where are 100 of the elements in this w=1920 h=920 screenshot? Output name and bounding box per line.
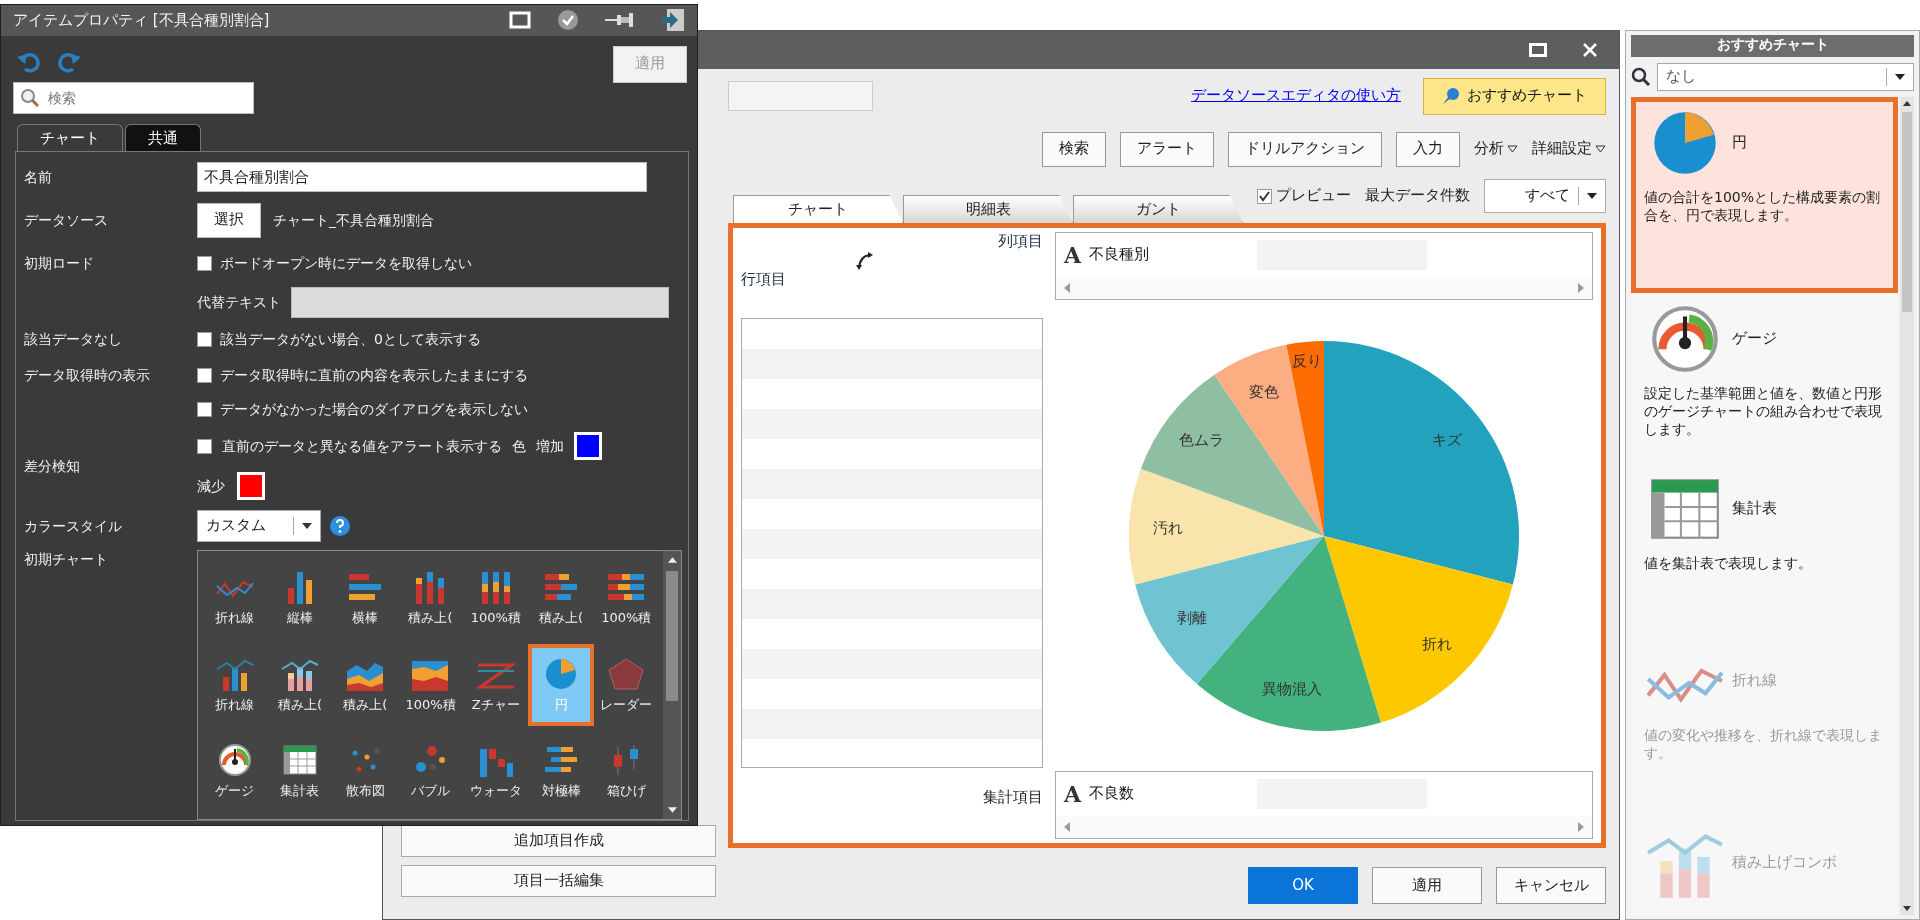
chart-type-option[interactable]: 積み上( (267, 643, 333, 727)
chart-type-option[interactable]: 折れ線 (202, 557, 268, 640)
field-drop-zone[interactable]: A 不良種別 (1055, 232, 1593, 300)
filter-select[interactable]: なし (1657, 63, 1914, 91)
color-style-select[interactable]: カスタム (197, 510, 321, 542)
tab[interactable]: チャート (733, 195, 903, 223)
chart-type-option[interactable]: 折れ線 (202, 643, 268, 727)
field-drop-zone[interactable]: A 不良数 (1055, 771, 1593, 839)
scroll-right-icon[interactable] (1578, 822, 1584, 832)
chart-type-option[interactable]: 集計表 (267, 730, 333, 813)
chart-type-option[interactable]: バブル (397, 730, 464, 813)
undo-icon[interactable] (17, 50, 41, 73)
chart-type-option[interactable]: 散布図 (332, 730, 398, 813)
chart-type-option[interactable]: 横棒 (332, 557, 398, 640)
check-circle-icon[interactable] (557, 9, 579, 32)
scroll-up-icon[interactable] (1903, 101, 1911, 106)
search-field[interactable] (728, 81, 873, 111)
maximize-icon[interactable] (1529, 43, 1547, 57)
select-button[interactable]: 選択 (197, 202, 261, 238)
recommend-chart-button[interactable]: おすすめチャート (1423, 77, 1606, 115)
chart-type-option[interactable]: 100%積 (593, 557, 659, 640)
chart-type-option[interactable]: 積み上( (332, 643, 398, 727)
checkbox[interactable] (1257, 188, 1272, 204)
field-label: 該当データなし (24, 331, 122, 348)
chart-type-option[interactable]: ゲージ (202, 730, 268, 813)
scroll-up-icon[interactable] (667, 557, 677, 563)
chart-type-option[interactable]: 積み上( (397, 557, 464, 640)
toolbar-button[interactable]: アラート (1120, 131, 1214, 167)
field-name: 不良種別 (1089, 245, 1151, 265)
name-field[interactable]: 不具合種別割合 (197, 162, 647, 192)
help-link[interactable]: データソースエディタの使い方 (1191, 86, 1401, 106)
chart-type-option[interactable]: 縦棒 (267, 557, 333, 640)
scroll-down-icon[interactable] (1903, 906, 1911, 911)
checkbox[interactable] (197, 255, 212, 271)
suggestion-title: 折れ線 (1732, 671, 1777, 691)
search-icon (1631, 67, 1651, 87)
tab[interactable]: チャート (17, 123, 123, 151)
side-button[interactable]: 項目一括編集 (401, 865, 716, 897)
slice-label: 汚れ (1153, 518, 1184, 537)
square-icon[interactable] (509, 11, 531, 30)
checkbox[interactable] (197, 401, 212, 417)
toolbar-button[interactable]: ドリルアクション (1228, 131, 1382, 167)
scrollbar-thumb[interactable] (1902, 112, 1912, 312)
checkbox[interactable] (197, 438, 212, 454)
field-label: データソース (24, 211, 108, 228)
scrollbar[interactable] (1900, 97, 1914, 915)
field-label: 減少 (197, 476, 225, 496)
scroll-left-icon[interactable] (1064, 822, 1070, 832)
swap-icon[interactable] (856, 251, 874, 270)
max-rows-select[interactable]: すべて (1484, 179, 1606, 213)
chart-suggestion-card[interactable]: 円 値の合計を100%とした構成要素の割合を、円で表現します。 (1631, 97, 1898, 293)
dialog-button[interactable]: 適用 (1372, 867, 1482, 904)
chart-suggestion-card[interactable]: ゲージ 設定した基準範囲と値を、数値と円形のゲージチャートの組み合わせで表現します。 (1631, 293, 1898, 463)
ok-button[interactable]: OK (1248, 867, 1358, 904)
checkbox-label: 該当データがない場合、0として表示する (220, 330, 481, 349)
close-icon[interactable] (1583, 43, 1597, 57)
scroll-left-icon[interactable] (1064, 283, 1070, 293)
toolbar-button[interactable]: 入力 (1396, 131, 1460, 167)
chart-suggestion-card[interactable]: 集計表 値を集計表で表現します。 (1631, 463, 1898, 635)
menu-button[interactable]: 分析 (1474, 139, 1518, 159)
field-label: 列項目 (998, 232, 1043, 252)
search-icon (20, 87, 40, 108)
scroll-down-icon[interactable] (667, 807, 677, 813)
color-swatch[interactable] (237, 472, 265, 500)
caret-icon (1895, 74, 1905, 80)
tab[interactable]: ガント (1073, 195, 1243, 223)
checkbox[interactable] (197, 332, 212, 347)
exit-icon[interactable] (661, 8, 685, 33)
checkbox[interactable] (197, 367, 212, 383)
chart-type-option[interactable]: 箱ひげ (593, 730, 659, 813)
suggestion-title: 円 (1732, 133, 1747, 153)
side-button[interactable]: 追加項目作成 (401, 825, 716, 857)
color-swatch[interactable] (574, 432, 602, 460)
slice-label: 色ムラ (1178, 430, 1224, 449)
pin-icon[interactable] (605, 11, 635, 30)
help-icon[interactable] (329, 515, 351, 537)
field-label: 色 (512, 436, 526, 456)
scrollbar-thumb[interactable] (666, 571, 678, 701)
suggestion-description: 値を集計表で表現します。 (1644, 554, 1813, 573)
redo-icon[interactable] (57, 50, 81, 73)
field-label: 名前 (24, 168, 52, 185)
chart-type-option[interactable]: 積み上( (528, 557, 594, 640)
chart-type-option[interactable]: Zチャー (463, 643, 529, 727)
chart-type-option[interactable]: 100%積 (397, 643, 464, 727)
tab[interactable]: 明細表 (903, 195, 1073, 223)
dialog-button[interactable]: キャンセル (1496, 867, 1606, 904)
suggestion-description: 値の合計を100%とした構成要素の割合を、円で表現します。 (1644, 188, 1882, 225)
menu-button[interactable]: 詳細設定 (1532, 139, 1606, 159)
chart-type-option[interactable]: ウォータ (463, 730, 529, 813)
chart-type-option[interactable]: 対極棒 (528, 730, 594, 813)
scroll-right-icon[interactable] (1578, 283, 1584, 293)
toolbar-button[interactable]: 検索 (1042, 131, 1106, 167)
chart-type-option[interactable]: 100%積 (463, 557, 529, 640)
scrollbar[interactable] (663, 551, 681, 819)
search-field[interactable]: 検索 (13, 81, 254, 114)
field-label: 代替テキスト (197, 293, 281, 312)
tab[interactable]: 共通 (125, 123, 201, 151)
chart-type-option[interactable]: レーダー (593, 643, 659, 727)
suggestion-title: ゲージ (1732, 329, 1777, 349)
checkbox-label: データがなかった場合のダイアログを表示しない (220, 399, 528, 419)
